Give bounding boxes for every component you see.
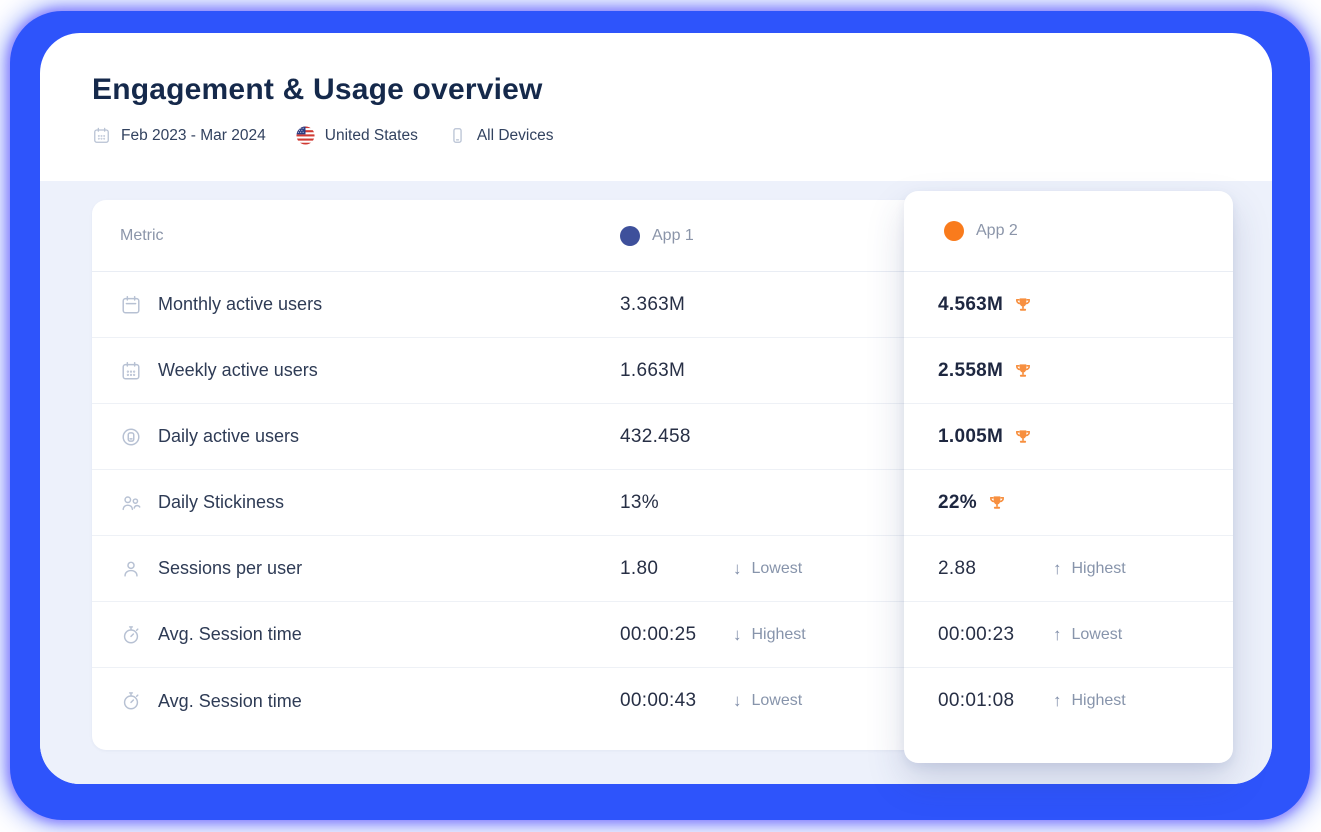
app2-column-header: App 2 bbox=[904, 191, 1233, 272]
app2-value: 1.005M bbox=[938, 426, 1003, 448]
arrow-up-icon: ↑ bbox=[1053, 625, 1062, 645]
app1-rank-badge: ↓ Lowest bbox=[733, 559, 802, 579]
arrow-up-icon: ↑ bbox=[1053, 559, 1062, 579]
device-icon bbox=[448, 126, 467, 145]
date-range-label: Feb 2023 - Mar 2024 bbox=[121, 127, 266, 145]
metric-name: Avg. Session time bbox=[158, 624, 302, 645]
rank-label: Lowest bbox=[752, 560, 803, 578]
app2-rank-badge: ↑ Lowest bbox=[1053, 625, 1122, 645]
trophy-icon bbox=[987, 493, 1007, 513]
app1-value: 1.663M bbox=[620, 360, 733, 382]
app2-row: 1.005M bbox=[904, 404, 1233, 470]
devices-filter[interactable]: All Devices bbox=[448, 126, 554, 145]
app2-rank-badge: ↑ Highest bbox=[1053, 691, 1126, 711]
trophy-icon bbox=[1013, 427, 1033, 447]
rank-label: Highest bbox=[752, 626, 806, 644]
users-group-icon bbox=[120, 492, 142, 514]
app2-value: 00:01:08 bbox=[938, 690, 1053, 712]
app1-value: 432.458 bbox=[620, 426, 733, 448]
app1-value: 13% bbox=[620, 492, 733, 514]
app2-row: 00:01:08 ↑ Highest bbox=[904, 668, 1233, 734]
app2-column-card: App 2 4.563M 2.558M bbox=[904, 191, 1233, 763]
app2-row: 2.88 ↑ Highest bbox=[904, 536, 1233, 602]
app2-row: 00:00:23 ↑ Lowest bbox=[904, 602, 1233, 668]
country-filter[interactable]: United States bbox=[296, 126, 418, 145]
metric-name: Avg. Session time bbox=[158, 691, 302, 712]
metric-name: Daily active users bbox=[158, 426, 299, 447]
rank-label: Lowest bbox=[1072, 626, 1123, 644]
app2-dot bbox=[944, 221, 964, 241]
app1-rank-badge: ↓ Highest bbox=[733, 625, 806, 645]
daily-user-icon bbox=[120, 426, 142, 448]
app1-rank-badge: ↓ Lowest bbox=[733, 691, 802, 711]
calendar-week-icon bbox=[120, 360, 142, 382]
app1-value: 1.80 bbox=[620, 558, 733, 580]
metric-column-header: Metric bbox=[92, 227, 620, 245]
app2-row: 22% bbox=[904, 470, 1233, 536]
screenshot-canvas: Engagement & Usage overview Feb 2023 - M… bbox=[0, 0, 1321, 832]
app1-dot bbox=[620, 226, 640, 246]
arrow-down-icon: ↓ bbox=[733, 691, 742, 711]
app2-value: 2.88 bbox=[938, 558, 1053, 580]
stopwatch-icon bbox=[120, 624, 142, 646]
page-title: Engagement & Usage overview bbox=[92, 73, 1272, 107]
rank-label: Highest bbox=[1072, 692, 1126, 710]
app2-rank-badge: ↑ Highest bbox=[1053, 559, 1126, 579]
rank-label: Lowest bbox=[752, 692, 803, 710]
metric-name: Daily Stickiness bbox=[158, 492, 284, 513]
app2-label: App 2 bbox=[976, 222, 1018, 240]
app1-column-header: App 1 bbox=[620, 226, 694, 246]
person-icon bbox=[120, 558, 142, 580]
rank-label: Highest bbox=[1072, 560, 1126, 578]
app1-label: App 1 bbox=[652, 227, 694, 245]
arrow-up-icon: ↑ bbox=[1053, 691, 1062, 711]
metric-name: Weekly active users bbox=[158, 360, 318, 381]
app2-value: 2.558M bbox=[938, 360, 1003, 382]
app1-value: 00:00:25 bbox=[620, 624, 733, 646]
arrow-down-icon: ↓ bbox=[733, 559, 742, 579]
card-header: Engagement & Usage overview Feb 2023 - M… bbox=[40, 33, 1272, 145]
metric-name: Sessions per user bbox=[158, 558, 302, 579]
trophy-icon bbox=[1013, 295, 1033, 315]
us-flag-icon bbox=[296, 126, 315, 145]
app1-value: 3.363M bbox=[620, 294, 733, 316]
app2-value: 22% bbox=[938, 492, 977, 514]
date-range-filter[interactable]: Feb 2023 - Mar 2024 bbox=[92, 126, 266, 145]
app2-row: 2.558M bbox=[904, 338, 1233, 404]
country-label: United States bbox=[325, 127, 418, 145]
app1-value: 00:00:43 bbox=[620, 690, 733, 712]
app2-value: 4.563M bbox=[938, 294, 1003, 316]
arrow-down-icon: ↓ bbox=[733, 625, 742, 645]
filter-bar: Feb 2023 - Mar 2024 bbox=[92, 126, 1272, 145]
app2-row: 4.563M bbox=[904, 272, 1233, 338]
calendar-icon bbox=[92, 126, 111, 145]
devices-label: All Devices bbox=[477, 127, 554, 145]
trophy-icon bbox=[1013, 361, 1033, 381]
app2-value: 00:00:23 bbox=[938, 624, 1053, 646]
stopwatch-icon bbox=[120, 690, 142, 712]
calendar-month-icon bbox=[120, 294, 142, 316]
metric-name: Monthly active users bbox=[158, 294, 322, 315]
